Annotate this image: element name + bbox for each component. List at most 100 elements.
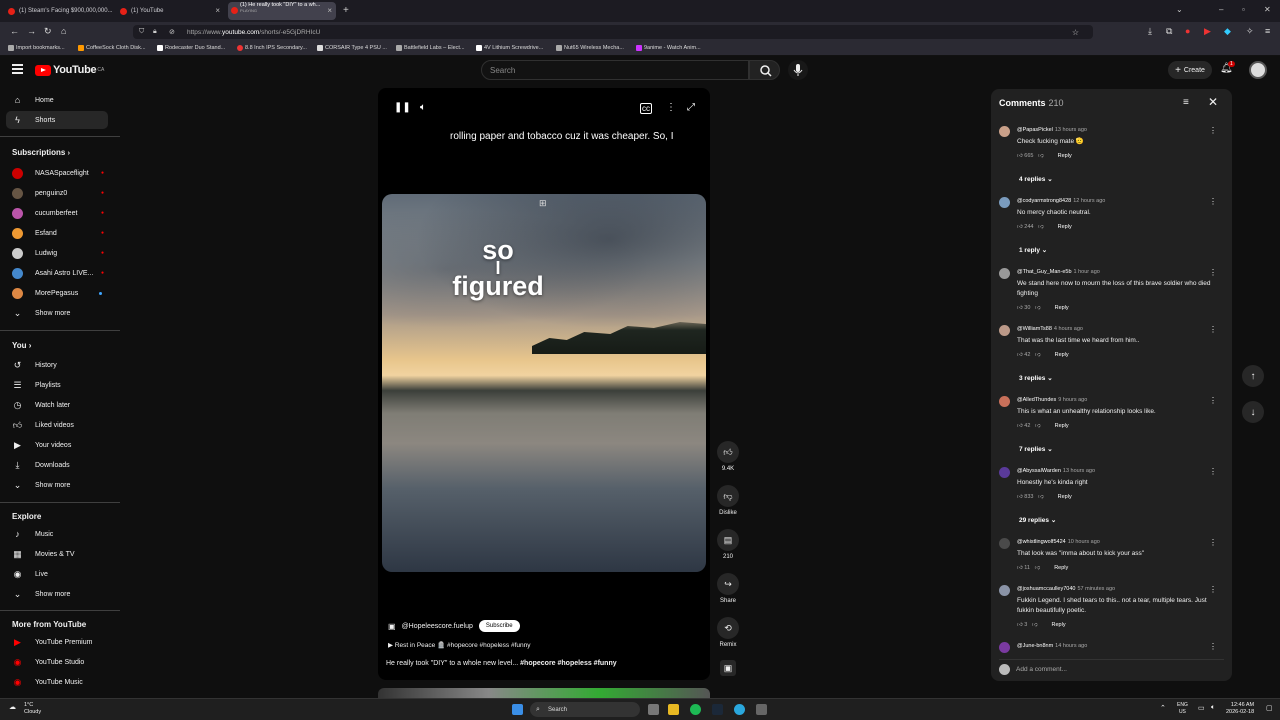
- comment-menu-icon[interactable]: ⋮: [1209, 197, 1217, 206]
- comment-menu-icon[interactable]: ⋮: [1209, 126, 1217, 135]
- sidebar-item-music-app[interactable]: ◉ YouTube Music: [6, 673, 108, 691]
- you-heading[interactable]: You ›: [12, 341, 31, 350]
- sidebar-item-home[interactable]: ⌂ Home: [6, 91, 108, 109]
- forward-icon[interactable]: →: [27, 26, 36, 36]
- like-action[interactable]: 👍︎ 9.4K: [716, 441, 740, 472]
- bookmark-item[interactable]: 9anime - Watch Anim...: [636, 45, 701, 51]
- thumbs-down-icon[interactable]: 👎︎: [1038, 224, 1044, 230]
- close-tab-icon[interactable]: ×: [215, 6, 220, 15]
- avatar[interactable]: [999, 126, 1010, 137]
- reply-button[interactable]: Reply: [1058, 494, 1072, 500]
- share-action[interactable]: ↪ Share: [716, 573, 740, 604]
- search-button[interactable]: [749, 60, 780, 80]
- replies-toggle[interactable]: 4 replies ⌄: [1019, 175, 1053, 183]
- sidebar-item-liked-videos[interactable]: 👍︎ Liked videos: [6, 416, 108, 434]
- bookmark-star-icon[interactable]: ☆: [1072, 28, 1079, 37]
- show-more-button[interactable]: ⌄ Show more: [6, 304, 108, 322]
- pause-icon[interactable]: ❚❚: [394, 102, 411, 113]
- thumbs-up-icon[interactable]: 👍︎: [1017, 565, 1023, 571]
- browser-icon[interactable]: [734, 704, 745, 715]
- thumbs-up-icon[interactable]: 👍︎: [717, 441, 739, 463]
- comment-menu-icon[interactable]: ⋮: [1209, 268, 1217, 277]
- network-icon[interactable]: ▭: [1198, 704, 1205, 712]
- previous-short-button[interactable]: ↑: [1242, 365, 1264, 387]
- fullscreen-icon[interactable]: ⤢: [687, 102, 695, 113]
- title-hashtags[interactable]: #hopecore #hopeless #funny: [520, 660, 616, 667]
- replies-toggle[interactable]: 29 replies ⌄: [1019, 516, 1056, 524]
- sidebar-item-history[interactable]: ↺ History: [6, 356, 108, 374]
- comment-author[interactable]: @WilliamTs88: [1017, 326, 1052, 332]
- show-more-button[interactable]: ⌄ Show more: [6, 476, 108, 494]
- sidebar-item-studio[interactable]: ◉ YouTube Studio: [6, 653, 108, 671]
- tab-list-icon[interactable]: ⌄: [1176, 5, 1183, 14]
- reply-button[interactable]: Reply: [1058, 153, 1072, 159]
- thumbs-down-icon[interactable]: 👎︎: [1038, 494, 1044, 500]
- comment-icon[interactable]: ▤: [717, 529, 739, 551]
- shorts-player[interactable]: ❚❚ 🔈︎ cc ⋮ ⤢ rolling paper and tobacco c…: [378, 88, 710, 680]
- channel-name[interactable]: @Hopeleescore.fuelup: [402, 623, 473, 630]
- next-short-button[interactable]: ↓: [1242, 401, 1264, 423]
- sidebar-item-subscription[interactable]: Ludwig ●: [6, 244, 108, 262]
- subscribe-button[interactable]: Subscribe: [478, 620, 520, 632]
- thumbs-up-icon[interactable]: 👍︎: [1017, 352, 1023, 358]
- thumbs-up-icon[interactable]: 👍︎: [1017, 622, 1023, 628]
- comment-author[interactable]: @PapasPickel: [1017, 127, 1053, 133]
- home-icon[interactable]: ⌂: [61, 26, 66, 36]
- thumbs-up-icon[interactable]: 👍︎: [1017, 305, 1023, 311]
- puzzle-icon[interactable]: ✧: [1246, 26, 1254, 37]
- sidebar-item-subscription[interactable]: NASASpaceflight ●: [6, 164, 108, 182]
- sidebar-item-subscription[interactable]: Esfand ●: [6, 224, 108, 242]
- replies-toggle[interactable]: 1 reply ⌄: [1019, 246, 1047, 254]
- browser-tab[interactable]: (1) Steam's Facing $900,000,000...: [4, 2, 114, 20]
- avatar[interactable]: [999, 396, 1010, 407]
- extension-red-icon[interactable]: ●: [1185, 26, 1190, 36]
- spotify-icon[interactable]: [690, 704, 701, 715]
- app-menu-icon[interactable]: ≡: [1265, 26, 1270, 36]
- comment-author[interactable]: @AbyssalWarden: [1017, 468, 1061, 474]
- reply-button[interactable]: Reply: [1055, 352, 1069, 358]
- file-explorer-icon[interactable]: [668, 704, 679, 715]
- hamburger-menu-icon[interactable]: [12, 64, 23, 74]
- search-input[interactable]: Search: [481, 60, 749, 80]
- thumbs-down-icon[interactable]: 👎︎: [1035, 352, 1041, 358]
- sidebar-item-subscription[interactable]: Asahi Astro LIVE... ●: [6, 264, 108, 282]
- sound-row[interactable]: ▶ Rest in Peace 🪦 #hopecore #hopeless #f…: [388, 641, 530, 649]
- weather-widget[interactable]: ☁ 1°C Cloudy: [9, 702, 41, 716]
- bookmark-item[interactable]: 8.8 Inch IPS Secondary...: [237, 45, 307, 51]
- share-icon[interactable]: ↪: [717, 573, 739, 595]
- thumbs-up-icon[interactable]: 👍︎: [1017, 423, 1023, 429]
- avatar[interactable]: [999, 268, 1010, 279]
- address-bar[interactable]: ⛉ 🔒︎ ⊘ https://www. youtube.com/shorts/-e…: [133, 25, 1093, 39]
- sidebar-item-subscription[interactable]: cucumberfeet ●: [6, 204, 108, 222]
- sidebar-item-subscription[interactable]: MorePegasus: [6, 284, 108, 302]
- tray-overflow-icon[interactable]: ⌃: [1160, 704, 1166, 712]
- bookmark-item[interactable]: CoffeeSock Cloth Disk...: [78, 45, 146, 51]
- sidebar-item-music[interactable]: ♪ Music: [6, 525, 108, 543]
- comment-menu-icon[interactable]: ⋮: [1209, 585, 1217, 594]
- close-window-icon[interactable]: ✕: [1264, 5, 1271, 14]
- sidebar-item-shorts[interactable]: ϟ Shorts: [6, 111, 108, 129]
- comment-menu-icon[interactable]: ⋮: [1209, 538, 1217, 547]
- avatar[interactable]: [999, 585, 1010, 596]
- volume-icon[interactable]: 🔈︎: [420, 102, 426, 113]
- steam-icon[interactable]: [712, 704, 723, 715]
- downloads-icon[interactable]: ⤓: [1148, 26, 1152, 37]
- thumbs-down-icon[interactable]: 👎︎: [717, 485, 739, 507]
- bookmark-item[interactable]: Battlefield Labs – Elect...: [396, 45, 465, 51]
- comment-menu-icon[interactable]: ⋮: [1209, 325, 1217, 334]
- browser-tab-active[interactable]: (1) He really took "DIY" to a wh... PLAY…: [228, 2, 336, 20]
- reply-button[interactable]: Reply: [1055, 423, 1069, 429]
- remix-icon[interactable]: ⟲: [717, 617, 739, 639]
- bookmark-item[interactable]: Nut65 Wireless Mecha...: [556, 45, 624, 51]
- next-short-preview[interactable]: [378, 688, 710, 698]
- maximize-icon[interactable]: ▫: [1242, 5, 1245, 14]
- browser-tab[interactable]: (1) YouTube ×: [116, 2, 224, 20]
- remix-action[interactable]: ⟲ Remix: [716, 617, 740, 648]
- app-icon[interactable]: [756, 704, 767, 715]
- volume-icon[interactable]: 🔈︎: [1211, 704, 1215, 712]
- avatar[interactable]: [999, 325, 1010, 336]
- more-options-icon[interactable]: ⋮: [666, 102, 676, 113]
- thumbs-up-icon[interactable]: 👍︎: [1017, 494, 1023, 500]
- sort-icon[interactable]: ≡: [1183, 97, 1189, 108]
- thumbs-up-icon[interactable]: 👍︎: [1017, 224, 1023, 230]
